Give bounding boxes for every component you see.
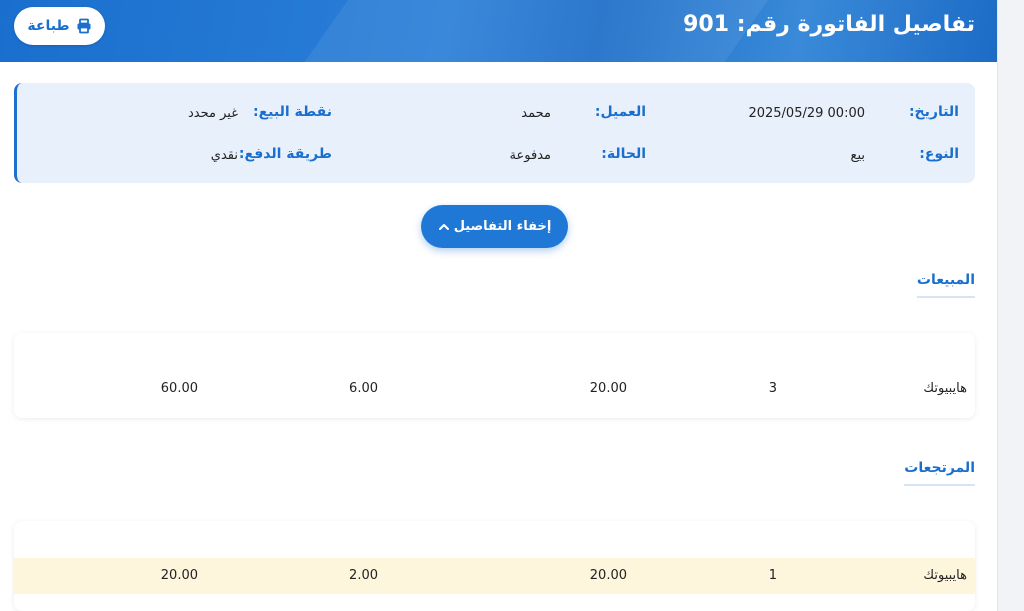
status-value: مدفوعة	[509, 148, 551, 163]
returns-product: هايبيوتك	[923, 568, 967, 583]
sales-product: هايبيوتك	[923, 381, 967, 396]
pos-value-wrap: غير محدد	[188, 105, 238, 121]
status-label: الحالة:	[601, 146, 646, 162]
print-button-label: طباعة	[27, 18, 70, 34]
payment-value-wrap: نقدي	[211, 147, 238, 163]
returns-total: 20.00	[160, 568, 198, 583]
sales-total: 60.00	[160, 381, 198, 396]
printer-icon	[77, 18, 91, 34]
customer-label: العميل:	[594, 104, 646, 120]
returns-price: 20.00	[589, 568, 627, 583]
page-title: تفاصيل الفاتورة رقم: 901	[683, 12, 975, 37]
table-row: هايبيوتك 3 20.00 6.00 60.00	[14, 371, 975, 407]
pos-value: غير محدد	[188, 106, 238, 121]
table-row: هايبيوتك 1 20.00 2.00 20.00	[14, 558, 975, 594]
customer-value-wrap: محمد	[521, 105, 551, 121]
sales-price: 20.00	[589, 381, 627, 396]
sales-discount: 6.00	[349, 381, 378, 396]
date-label: التاريخ:	[908, 104, 959, 120]
pos-label: نقطة البيع:	[253, 104, 332, 120]
sales-table: هايبيوتك 3 20.00 6.00 60.00	[14, 333, 975, 418]
info-status: الحالة:	[601, 146, 646, 162]
info-customer: العميل:	[595, 104, 646, 120]
payment-label: طريقة الدفع:	[238, 146, 332, 162]
info-pos: نقطة البيع:	[253, 104, 332, 120]
type-value-wrap: بيع	[851, 147, 865, 163]
hide-details-button[interactable]: إخفاء التفاصيل	[421, 205, 568, 248]
date-value: 2025/05/29 00:00	[748, 106, 865, 121]
print-button[interactable]: طباعة	[14, 7, 105, 45]
date-value-wrap: 2025/05/29 00:00	[748, 105, 865, 121]
invoice-details-page: تفاصيل الفاتورة رقم: 901 طباعة التاريخ: …	[0, 0, 997, 611]
invoice-info-card: التاريخ: 2025/05/29 00:00 العميل: محمد ن…	[14, 83, 975, 183]
returns-quantity: 1	[768, 568, 777, 583]
type-value: بيع	[850, 148, 865, 163]
chevron-up-icon	[438, 223, 449, 230]
returns-table: هايبيوتك 1 20.00 2.00 20.00	[14, 521, 975, 611]
payment-value: نقدي	[210, 148, 238, 163]
type-label: النوع:	[919, 146, 959, 162]
scrollbar-track[interactable]	[997, 0, 1024, 611]
customer-value: محمد	[521, 106, 551, 121]
sales-section-title: المبيعات	[916, 272, 975, 298]
info-payment: طريقة الدفع:	[239, 146, 332, 162]
hide-details-label: إخفاء التفاصيل	[453, 219, 552, 234]
returns-discount: 2.00	[349, 568, 378, 583]
info-date: التاريخ:	[909, 104, 959, 120]
returns-section-title: المرتجعات	[904, 460, 975, 486]
sales-quantity: 3	[768, 381, 777, 396]
info-type: النوع:	[919, 146, 959, 162]
page-header: تفاصيل الفاتورة رقم: 901 طباعة	[0, 0, 997, 62]
status-value-wrap: مدفوعة	[510, 147, 551, 163]
